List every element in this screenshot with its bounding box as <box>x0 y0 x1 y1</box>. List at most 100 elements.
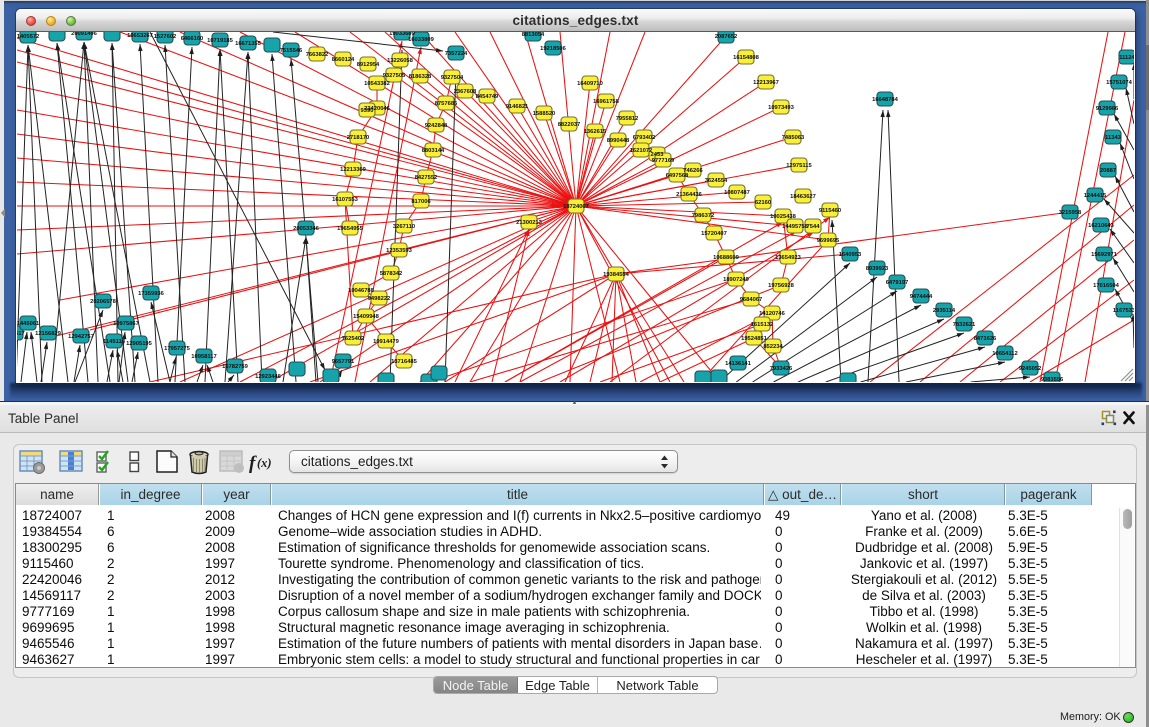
svg-text:9245052: 9245052 <box>1019 366 1042 372</box>
svg-text:12213967: 12213967 <box>753 80 779 86</box>
svg-text:20206578: 20206578 <box>90 299 117 305</box>
svg-text:(x): (x) <box>257 456 272 470</box>
svg-text:6793402: 6793402 <box>633 135 656 141</box>
svg-text:852234: 852234 <box>763 344 783 350</box>
svg-text:9146821: 9146821 <box>506 104 529 110</box>
svg-text:8427552: 8427552 <box>415 175 438 181</box>
svg-text:13716485: 13716485 <box>391 359 418 365</box>
svg-text:1244415: 1244415 <box>1084 193 1107 199</box>
svg-text:8454749: 8454749 <box>476 94 499 100</box>
svg-text:2718170: 2718170 <box>347 135 370 141</box>
svg-text:9327505: 9327505 <box>383 73 406 79</box>
svg-text:9657791: 9657791 <box>332 359 355 365</box>
svg-text:7625402: 7625402 <box>342 336 365 342</box>
svg-text:10975867: 10975867 <box>113 321 139 327</box>
svg-text:f: f <box>249 453 257 474</box>
svg-text:15751074: 15751074 <box>1106 80 1133 86</box>
svg-text:3267110: 3267110 <box>393 224 415 230</box>
svg-text:8912954: 8912954 <box>357 62 380 68</box>
svg-text:15720407: 15720407 <box>701 231 727 237</box>
svg-text:18463627: 18463627 <box>790 194 816 200</box>
svg-text:16154808: 16154808 <box>733 55 760 61</box>
svg-text:18724007: 18724007 <box>563 204 589 210</box>
svg-text:12353593: 12353593 <box>386 248 413 254</box>
svg-text:7515546: 7515546 <box>280 48 303 54</box>
svg-text:13654923: 13654923 <box>775 255 802 261</box>
svg-text:9129966: 9129966 <box>1096 106 1119 112</box>
svg-text:10958117: 10958117 <box>191 354 216 360</box>
svg-text:9474444: 9474444 <box>910 294 933 300</box>
svg-text:12905195: 12905195 <box>126 341 153 347</box>
svg-text:10543382: 10543382 <box>364 81 390 87</box>
svg-text:19218506: 19218506 <box>540 46 567 52</box>
svg-text:1621072: 1621072 <box>630 148 653 154</box>
svg-text:11124: 11124 <box>1119 55 1134 61</box>
svg-text:3215958: 3215958 <box>1059 210 1082 216</box>
svg-text:16409710: 16409710 <box>577 81 603 87</box>
svg-text:62160: 62160 <box>755 200 771 206</box>
svg-text:15409948: 15409948 <box>353 314 380 320</box>
svg-text:11343: 11343 <box>1105 135 1122 141</box>
svg-text:1615132: 1615132 <box>751 322 774 328</box>
svg-text:746266: 746266 <box>683 168 703 174</box>
svg-text:8757685: 8757685 <box>435 101 458 107</box>
svg-text:13226058: 13226058 <box>387 58 414 64</box>
svg-text:8990448: 8990448 <box>607 138 630 144</box>
svg-text:12942757: 12942757 <box>68 334 94 340</box>
svg-text:9242848: 9242848 <box>425 123 448 129</box>
svg-text:9390: 9390 <box>361 108 374 114</box>
svg-text:391517: 391517 <box>17 331 25 337</box>
svg-text:9777169: 9777169 <box>652 158 675 164</box>
svg-text:10653267: 10653267 <box>127 33 153 39</box>
svg-text:12213369: 12213369 <box>340 167 367 173</box>
svg-text:8822037: 8822037 <box>558 122 581 128</box>
svg-text:5878342: 5878342 <box>380 271 403 277</box>
svg-text:9115460: 9115460 <box>819 208 841 214</box>
svg-text:20887: 20887 <box>1100 168 1116 174</box>
svg-text:19384554: 19384554 <box>603 272 630 278</box>
svg-text:9383556: 9383556 <box>1041 377 1064 382</box>
svg-text:9684067: 9684067 <box>740 297 763 303</box>
svg-text:1588520: 1588520 <box>533 111 556 117</box>
svg-text:8471626: 8471626 <box>974 336 997 342</box>
svg-text:8186328: 8186328 <box>409 74 432 80</box>
svg-text:1405572: 1405572 <box>17 34 39 40</box>
svg-text:9699695: 9699695 <box>817 238 840 244</box>
svg-text:16671355: 16671355 <box>235 41 262 47</box>
svg-text:14495758: 14495758 <box>782 224 809 230</box>
svg-text:14120746: 14120746 <box>759 311 786 317</box>
svg-text:18907249: 18907249 <box>723 277 750 283</box>
svg-text:17359936: 17359936 <box>138 291 165 297</box>
svg-text:17016504: 17016504 <box>1093 283 1120 289</box>
svg-text:10719185: 10719185 <box>207 38 234 44</box>
svg-text:12923446: 12923446 <box>255 374 282 380</box>
svg-text:7485063: 7485063 <box>782 135 805 141</box>
svg-text:7955812: 7955812 <box>616 116 639 122</box>
svg-text:16107553: 16107553 <box>332 197 359 203</box>
svg-text:8813054: 8813054 <box>522 32 545 38</box>
svg-text:15692971: 15692971 <box>1091 252 1118 258</box>
svg-text:7986372: 7986372 <box>692 213 715 219</box>
svg-text:1167533: 1167533 <box>1113 308 1134 314</box>
svg-text:1640953: 1640953 <box>839 252 862 258</box>
svg-text:10973493: 10973493 <box>768 105 795 111</box>
svg-text:10025438: 10025438 <box>770 214 797 220</box>
svg-text:7357224: 7357224 <box>445 51 468 57</box>
svg-text:20091406: 20091406 <box>71 32 98 37</box>
svg-text:17957275: 17957275 <box>164 346 191 352</box>
svg-text:21300213: 21300213 <box>516 220 543 226</box>
svg-text:16961758: 16961758 <box>593 99 620 105</box>
svg-text:1362615: 1362615 <box>584 129 607 135</box>
svg-text:12975115: 12975115 <box>786 163 812 169</box>
svg-text:14136141: 14136141 <box>725 361 752 367</box>
svg-text:20053346: 20053346 <box>293 226 320 232</box>
svg-text:8660124: 8660124 <box>332 57 355 63</box>
svg-text:8939923: 8939923 <box>866 266 889 272</box>
svg-text:19654955: 19654955 <box>337 226 364 232</box>
svg-text:12156829: 12156829 <box>35 331 62 337</box>
svg-text:10914479: 10914479 <box>373 339 400 345</box>
svg-text:19524851: 19524851 <box>741 336 768 342</box>
svg-text:10654112: 10654112 <box>992 351 1017 357</box>
svg-text:9498222: 9498222 <box>368 296 391 302</box>
svg-text:10046788: 10046788 <box>348 288 375 294</box>
